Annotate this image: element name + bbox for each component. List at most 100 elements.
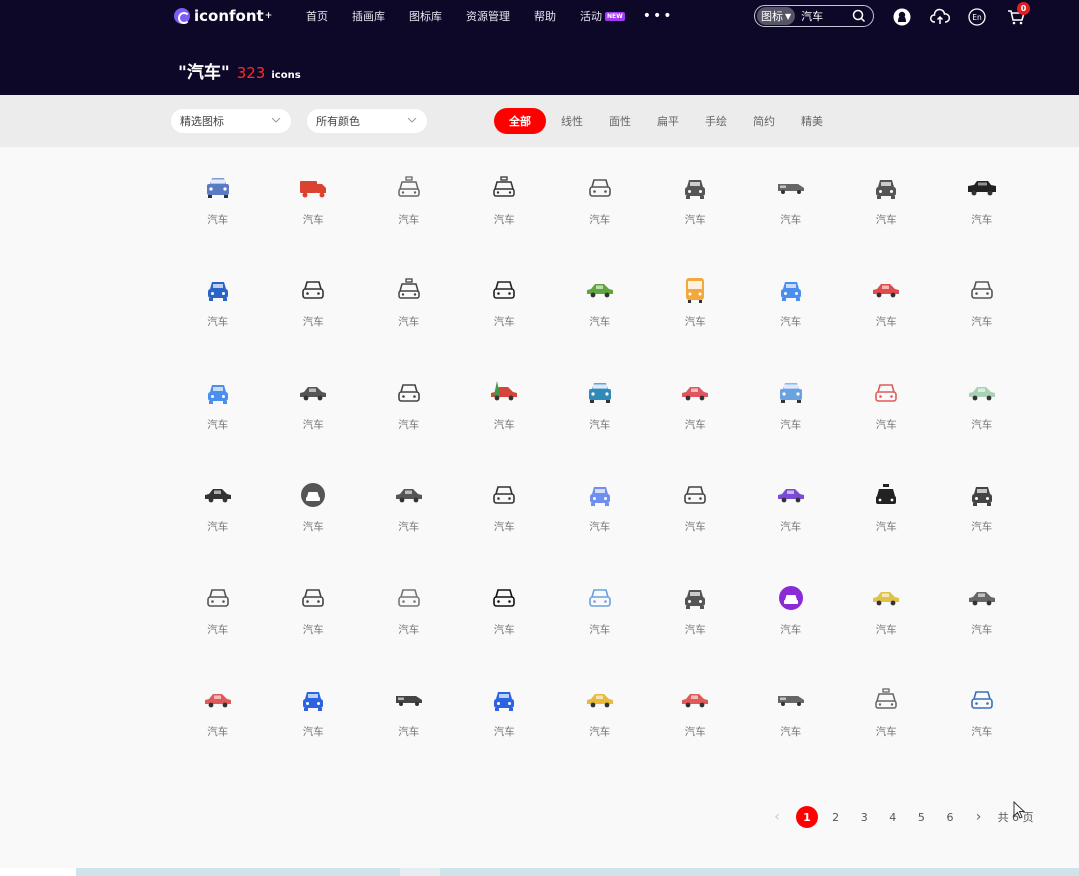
icon-card[interactable]: 汽车 [648, 477, 744, 579]
tab-fine[interactable]: 精美 [801, 108, 823, 134]
nav-resource-management[interactable]: 资源管理 [466, 8, 510, 24]
tab-linear[interactable]: 线性 [561, 108, 583, 134]
icon-card[interactable]: 汽车 [743, 477, 839, 579]
github-icon[interactable] [892, 7, 912, 27]
search-type-select[interactable]: 图标 ▼ [757, 7, 796, 25]
prev-page-button[interactable]: ‹ [766, 806, 788, 828]
icon-card[interactable]: 汽车 [457, 682, 553, 784]
icon-card[interactable]: 汽车 [266, 580, 362, 682]
nav-icon-library[interactable]: 图标库 [409, 8, 442, 24]
icon-card[interactable]: 汽车 [648, 375, 744, 477]
icon-card[interactable]: 汽车 [361, 682, 457, 784]
icon-card[interactable]: 汽车 [170, 272, 266, 374]
iconfont-logo[interactable]: iconfont + [174, 6, 272, 26]
page-6-button[interactable]: 6 [939, 806, 961, 828]
icon-card[interactable]: 汽车 [743, 170, 839, 272]
icon-card[interactable]: 汽车 [266, 477, 362, 579]
car-icon [397, 588, 420, 607]
icon-card[interactable]: 汽车 [266, 170, 362, 272]
upload-icon[interactable] [930, 7, 950, 27]
icon-card[interactable]: 汽车 [552, 682, 648, 784]
tab-all[interactable]: 全部 [494, 108, 546, 134]
search-icon[interactable] [851, 8, 867, 24]
icon-card[interactable]: 汽车 [170, 477, 266, 579]
page-3-button[interactable]: 3 [853, 806, 875, 828]
icon-card[interactable]: 汽车 [839, 375, 935, 477]
icon-card[interactable]: 汽车 [552, 170, 648, 272]
page-2-button[interactable]: 2 [825, 806, 847, 828]
icon-card[interactable]: 汽车 [743, 375, 839, 477]
nav-events[interactable]: 活动 NEW [580, 8, 625, 24]
icon-card[interactable]: 汽车 [361, 272, 457, 374]
icon-card[interactable]: 汽车 [457, 375, 553, 477]
tab-solid[interactable]: 面性 [609, 108, 631, 134]
car-icon [207, 384, 228, 404]
icon-label: 汽车 [684, 316, 706, 329]
icon-card[interactable]: 汽车 [552, 375, 648, 477]
icon-label: 汽车 [684, 214, 706, 226]
page-4-button[interactable]: 4 [882, 806, 904, 828]
icon-card[interactable]: 汽车 [934, 682, 1030, 784]
icon-card[interactable]: 汽车 [839, 477, 935, 579]
icon-card[interactable]: 汽车 [361, 580, 457, 682]
car-icon [398, 176, 420, 197]
icon-card[interactable]: 汽车 [361, 375, 457, 477]
tab-flat[interactable]: 扁平 [657, 108, 679, 134]
page-1-button[interactable]: 1 [796, 806, 818, 828]
car-icon [300, 181, 327, 198]
icon-card[interactable]: 汽车 [839, 272, 935, 374]
icon-card[interactable]: 汽车 [743, 272, 839, 374]
icon-card[interactable]: 汽车 [361, 170, 457, 272]
language-icon[interactable]: En [967, 7, 987, 27]
icon-card[interactable]: 汽车 [839, 682, 935, 784]
nav-illustrations[interactable]: 插画库 [352, 8, 385, 24]
icon-card[interactable]: 汽车 [170, 170, 266, 272]
icon-card[interactable]: 汽车 [743, 580, 839, 682]
icon-card[interactable]: 汽车 [552, 580, 648, 682]
icon-card[interactable]: 汽车 [934, 477, 1030, 579]
icon-card[interactable]: 汽车 [839, 580, 935, 682]
icon-card[interactable]: 汽车 [457, 477, 553, 579]
icon-card[interactable]: 汽车 [552, 272, 648, 374]
top-navigation-bar: iconfont + 首页 插画库 图标库 资源管理 帮助 活动 NEW ••• 图… [0, 0, 1079, 95]
page-5-button[interactable]: 5 [910, 806, 932, 828]
icon-card[interactable]: 汽车 [839, 170, 935, 272]
icon-card[interactable]: 汽车 [934, 580, 1030, 682]
car-icon [301, 483, 326, 508]
icon-label: 汽车 [493, 418, 515, 431]
icon-card[interactable]: 汽车 [170, 375, 266, 477]
icon-card[interactable]: 汽车 [648, 170, 744, 272]
icon-type-select[interactable]: 精选图标 [171, 109, 291, 133]
car-icon [686, 278, 705, 304]
tab-simple[interactable]: 简约 [753, 108, 775, 134]
icon-card[interactable]: 汽车 [457, 580, 553, 682]
next-page-button[interactable]: › [968, 806, 990, 828]
icon-card[interactable]: 汽车 [648, 272, 744, 374]
icon-card[interactable]: 汽车 [648, 682, 744, 784]
icon-card[interactable]: 汽车 [648, 580, 744, 682]
icon-card[interactable]: 汽车 [552, 477, 648, 579]
tab-hand-drawn[interactable]: 手绘 [705, 108, 727, 134]
icon-card[interactable]: 汽车 [266, 375, 362, 477]
icon-card[interactable]: 汽车 [457, 272, 553, 374]
car-icon [302, 281, 325, 300]
icon-card[interactable]: 汽车 [934, 170, 1030, 272]
color-select[interactable]: 所有颜色 [307, 109, 427, 133]
icon-card[interactable]: 汽车 [934, 272, 1030, 374]
icon-card[interactable]: 汽车 [934, 375, 1030, 477]
icon-label: 汽车 [875, 214, 897, 226]
nav-home[interactable]: 首页 [306, 8, 328, 24]
icon-card[interactable]: 汽车 [361, 477, 457, 579]
nav-help[interactable]: 帮助 [534, 8, 556, 24]
icon-card[interactable]: 汽车 [170, 682, 266, 784]
icon-card[interactable]: 汽车 [457, 170, 553, 272]
icon-card[interactable]: 汽车 [266, 272, 362, 374]
car-icon [777, 489, 804, 503]
search-box: 图标 ▼ [754, 5, 874, 27]
more-menu-icon[interactable]: ••• [643, 8, 674, 24]
car-icon [204, 489, 231, 503]
icon-card[interactable]: 汽车 [743, 682, 839, 784]
search-input[interactable] [801, 9, 850, 23]
icon-card[interactable]: 汽车 [266, 682, 362, 784]
icon-card[interactable]: 汽车 [170, 580, 266, 682]
